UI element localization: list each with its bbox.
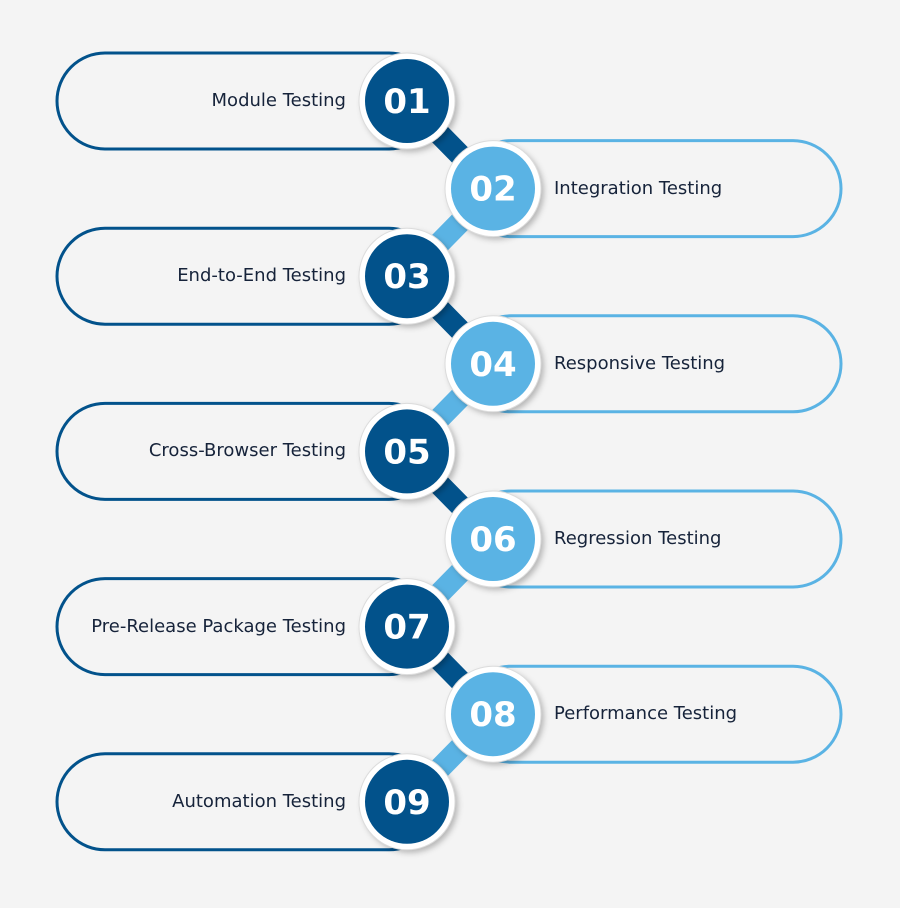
step-number-badge: 07: [358, 578, 456, 676]
step-number: 03: [383, 257, 430, 297]
step-number-badge: 04: [444, 315, 542, 413]
step-number: 02: [469, 170, 516, 210]
step-number-badge: 05: [358, 402, 456, 500]
step-label: Regression Testing: [554, 528, 722, 549]
step-number-badge: 08: [444, 665, 542, 763]
testing-steps-diagram: 01 02 03 04 05 06 07 08 09: [55, 51, 843, 852]
step-number: 01: [383, 82, 430, 122]
step-label: Module Testing: [211, 90, 346, 111]
step-label: Automation Testing: [172, 790, 346, 812]
step-number-badge: 01: [358, 52, 456, 150]
step-number: 08: [469, 695, 516, 735]
step-label: Integration Testing: [554, 177, 723, 199]
step-label: End-to-End Testing: [177, 265, 346, 287]
step-label: Responsive Testing: [554, 352, 726, 374]
step-number: 09: [383, 783, 430, 823]
step-number-badge: 03: [358, 227, 456, 325]
step-number: 04: [469, 345, 516, 385]
step-number-badge: 09: [358, 753, 456, 851]
step-number-badge: 06: [444, 490, 542, 588]
step-number: 05: [383, 432, 430, 472]
step-label: Cross-Browser Testing: [148, 440, 346, 462]
step-label: Pre-Release Package Testing: [91, 615, 346, 637]
step-number: 06: [469, 520, 516, 560]
step-label: Performance Testing: [554, 703, 738, 725]
step-number-badge: 02: [444, 140, 542, 238]
step-number: 07: [383, 608, 430, 648]
